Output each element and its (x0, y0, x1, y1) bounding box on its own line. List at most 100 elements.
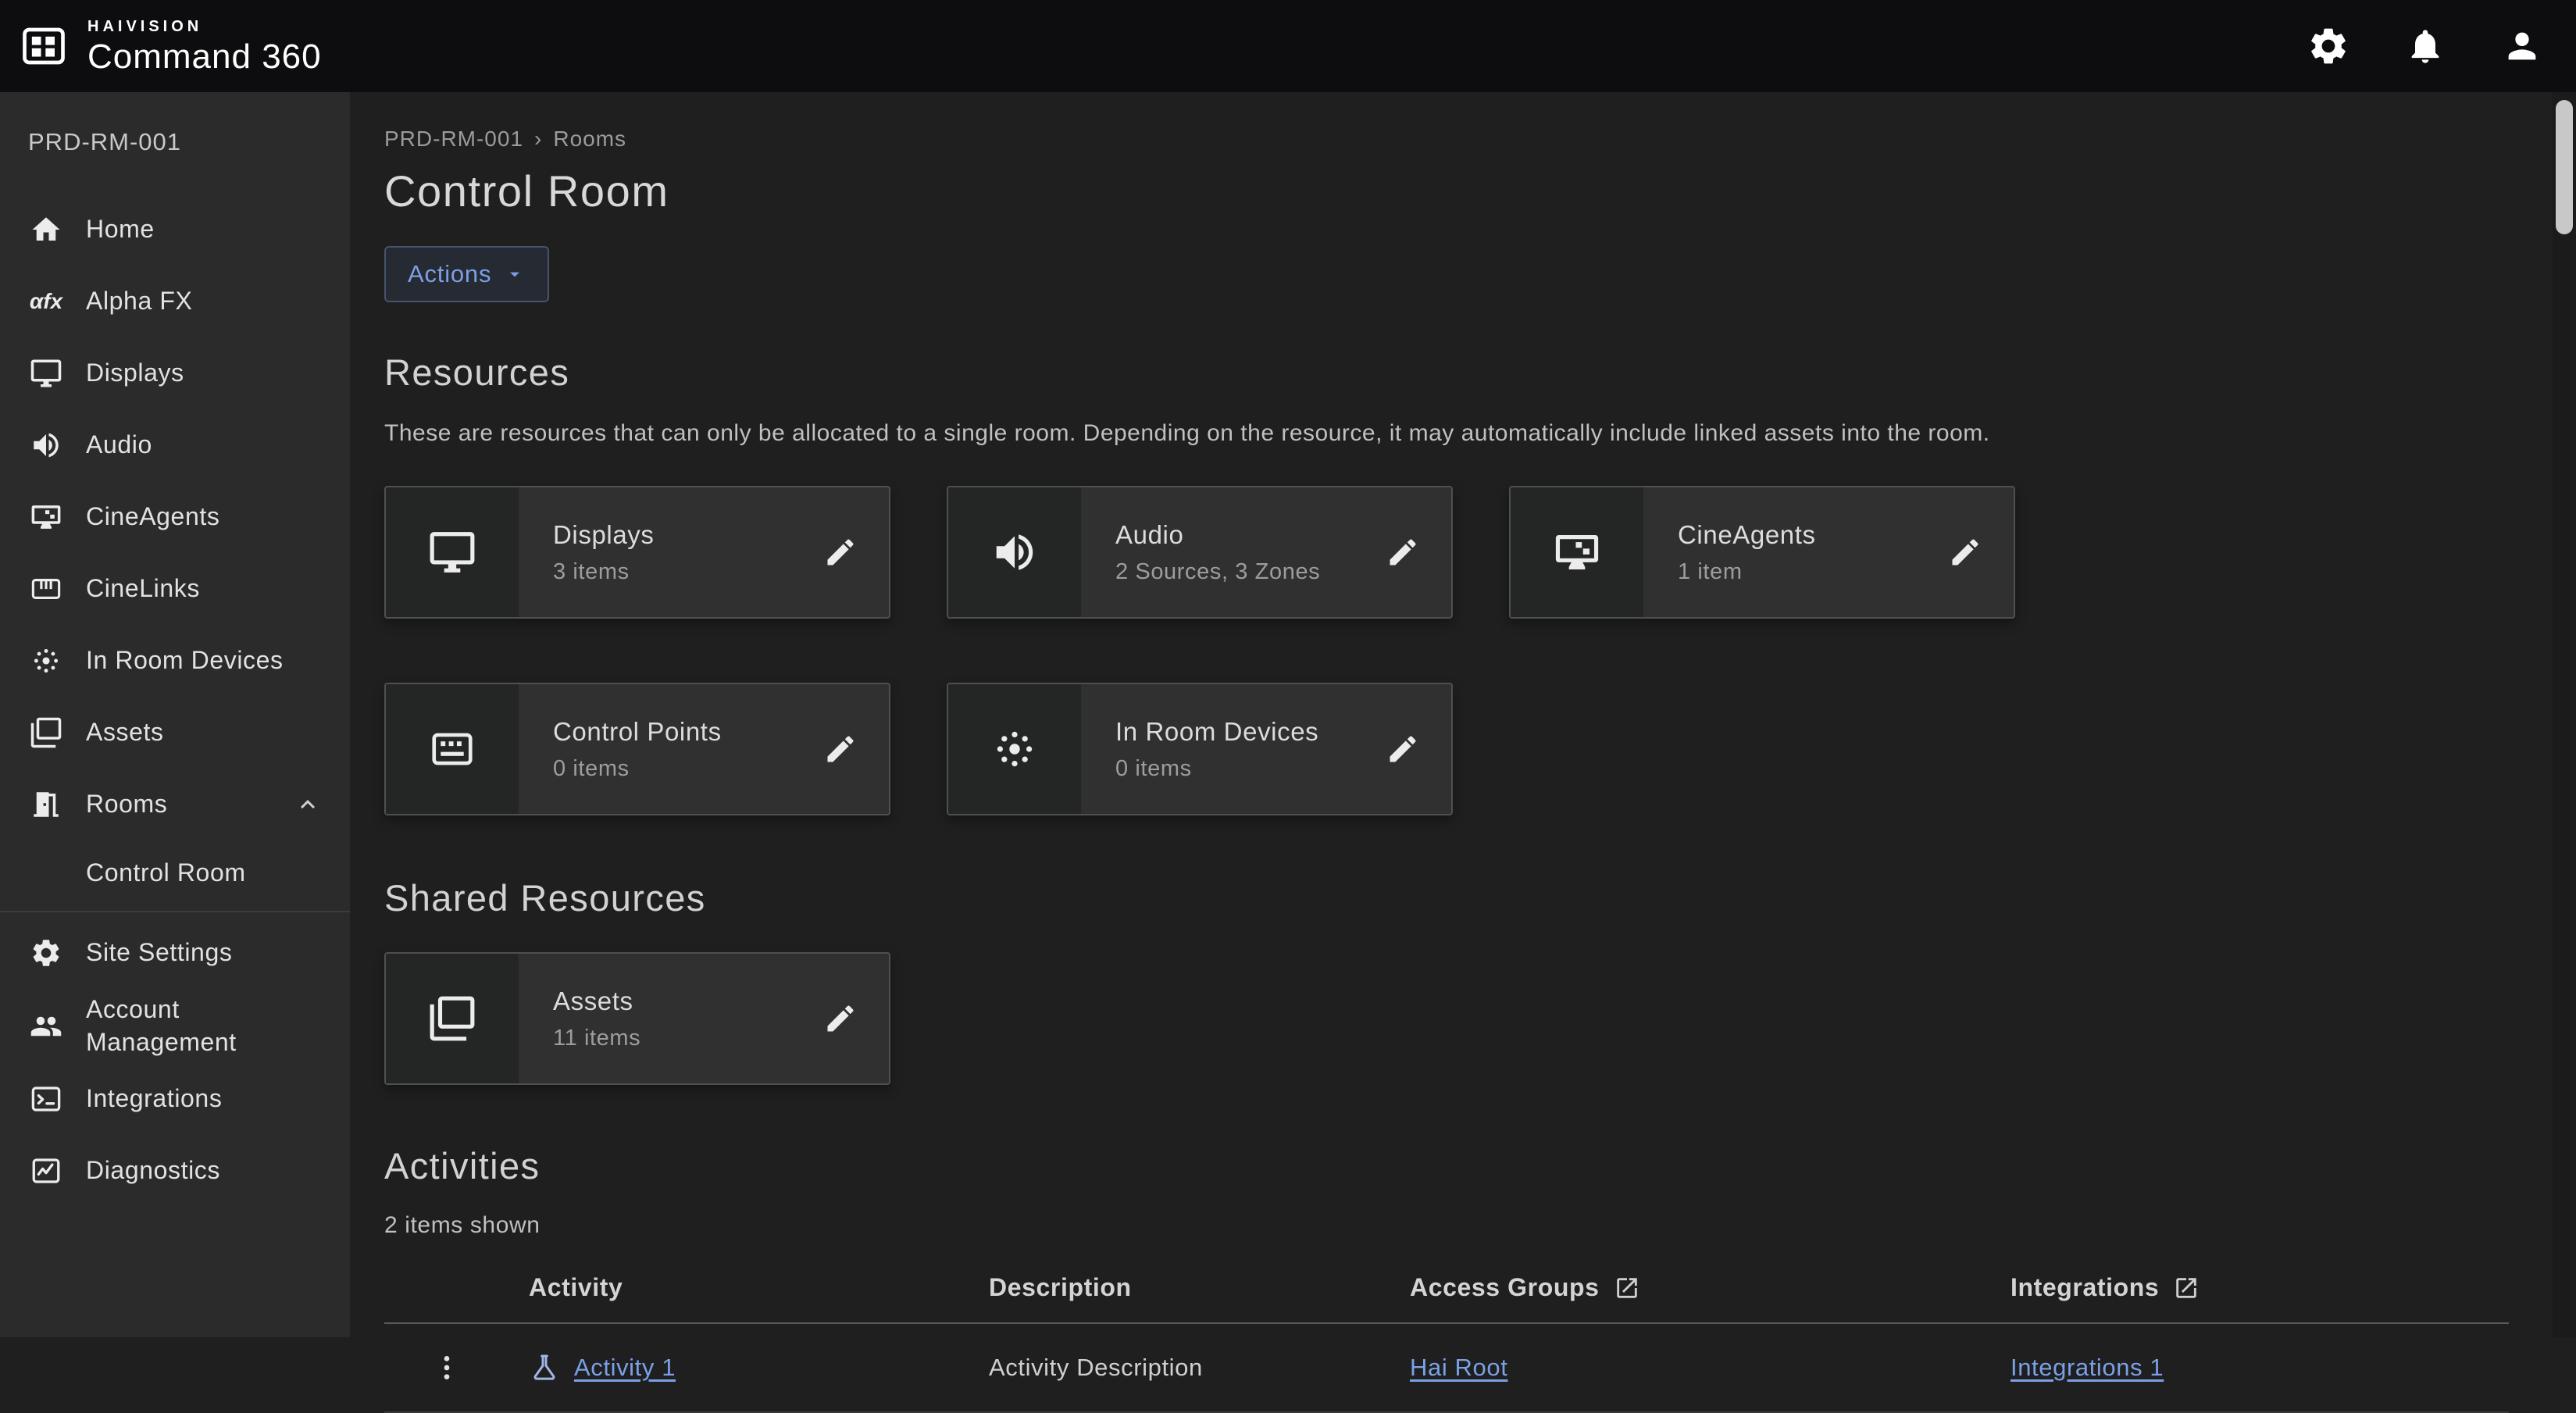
sidebar-item-label: Home (86, 213, 155, 246)
edit-icon[interactable] (1940, 527, 1990, 577)
topbar: HAIVISION Command 360 (0, 0, 2576, 92)
activity-flask-icon (529, 1352, 560, 1383)
sidebar-item-alpha-fx[interactable]: αfx Alpha FX (0, 266, 350, 337)
sidebar-item-label: Assets (86, 716, 164, 749)
actions-button-label: Actions (408, 260, 491, 288)
resources-heading: Resources (384, 351, 2553, 394)
activities-heading: Activities (384, 1144, 2553, 1187)
sidebar-item-label: Account Management (86, 994, 287, 1058)
shared-card-assets: Assets 11 items (384, 952, 890, 1085)
sidebar-item-cineagents[interactable]: CineAgents (0, 481, 350, 553)
control-points-icon (386, 684, 519, 814)
user-icon[interactable] (2496, 20, 2548, 72)
shared-resources-card-grid: Assets 11 items (384, 952, 2553, 1085)
activity-description: Activity Description (989, 1354, 1410, 1382)
breadcrumb-section[interactable]: Rooms (553, 127, 626, 152)
sidebar-item-label: In Room Devices (86, 644, 284, 677)
breadcrumb-separator: › (534, 127, 542, 152)
assets-icon (28, 716, 64, 749)
sidebar-item-cinelinks[interactable]: CineLinks (0, 553, 350, 625)
resource-card-control-points: Control Points 0 items (384, 683, 890, 815)
sidebar-item-rooms[interactable]: Rooms (0, 769, 350, 840)
table-row: Activity 1 Activity Description Hai Root… (384, 1324, 2509, 1413)
breadcrumb: PRD-RM-001 › Rooms (384, 127, 2553, 152)
sidebar-item-audio[interactable]: Audio (0, 409, 350, 481)
activities-table-header: Activity Description Access Groups Integ… (384, 1273, 2509, 1324)
card-title: Control Points (553, 717, 722, 747)
actions-button[interactable]: Actions (384, 246, 549, 302)
main-content: PRD-RM-001 › Rooms Control Room Actions … (350, 92, 2553, 1337)
integration-link[interactable]: Integrations 1 (2010, 1354, 2164, 1382)
sidebar-item-label: Alpha FX (86, 285, 192, 318)
terminal-icon (28, 1083, 64, 1115)
external-link-icon[interactable] (1614, 1275, 1640, 1301)
sidebar-item-integrations[interactable]: Integrations (0, 1063, 350, 1135)
edit-icon[interactable] (815, 724, 865, 774)
edit-icon[interactable] (815, 994, 865, 1044)
display-icon (28, 357, 64, 390)
scrollbar-track[interactable] (2553, 92, 2576, 1337)
page-title: Control Room (384, 166, 2553, 216)
card-subtitle: 0 items (553, 756, 722, 782)
home-icon (28, 213, 64, 246)
card-subtitle: 2 Sources, 3 Zones (1115, 559, 1320, 585)
edit-icon[interactable] (1378, 527, 1428, 577)
sidebar-item-label: Audio (86, 429, 152, 462)
rooms-icon (28, 788, 64, 821)
sidebar-item-in-room-devices[interactable]: In Room Devices (0, 625, 350, 697)
card-subtitle: 11 items (553, 1026, 640, 1051)
sidebar-item-assets[interactable]: Assets (0, 697, 350, 769)
cineagents-icon (1511, 487, 1643, 617)
scrollbar-thumb[interactable] (2556, 100, 2573, 234)
diagnostics-icon (28, 1154, 64, 1187)
card-title: Audio (1115, 520, 1320, 550)
breadcrumb-room[interactable]: PRD-RM-001 (384, 127, 523, 152)
row-menu-kebab-icon[interactable] (430, 1347, 464, 1388)
shared-resources-heading: Shared Resources (384, 876, 2553, 919)
card-title: Assets (553, 987, 640, 1016)
display-icon (386, 487, 519, 617)
audio-icon (948, 487, 1081, 617)
edit-icon[interactable] (1378, 724, 1428, 774)
alpha-fx-icon: αfx (28, 289, 64, 314)
sidebar: PRD-RM-001 Home αfx Alpha FX Displays Au… (0, 92, 350, 1337)
card-title: In Room Devices (1115, 717, 1318, 747)
card-subtitle: 0 items (1115, 756, 1318, 782)
sidebar-item-label: Integrations (86, 1083, 222, 1115)
product-name: Command 360 (87, 40, 322, 74)
brand-name: HAIVISION (87, 19, 322, 34)
external-link-icon[interactable] (2173, 1275, 2200, 1301)
gear-icon (28, 937, 64, 969)
sidebar-item-site-settings[interactable]: Site Settings (0, 917, 350, 989)
sidebar-divider (0, 911, 350, 912)
in-room-devices-icon (28, 644, 64, 677)
sidebar-item-account-management[interactable]: Account Management (0, 989, 350, 1063)
settings-icon[interactable] (2303, 20, 2354, 72)
resource-card-displays: Displays 3 items (384, 486, 890, 619)
activities-table: Activity Description Access Groups Integ… (384, 1273, 2509, 1413)
chevron-up-icon[interactable] (294, 790, 322, 819)
sidebar-item-diagnostics[interactable]: Diagnostics (0, 1135, 350, 1207)
haivision-logo-icon (19, 24, 69, 68)
card-subtitle: 3 items (553, 559, 655, 585)
access-group-link[interactable]: Hai Root (1410, 1354, 1507, 1382)
audio-icon (28, 429, 64, 462)
card-title: Displays (553, 520, 655, 550)
sidebar-item-label: Diagnostics (86, 1154, 220, 1187)
edit-icon[interactable] (815, 527, 865, 577)
notifications-icon[interactable] (2399, 20, 2451, 72)
cinelinks-icon (28, 573, 64, 605)
caret-down-icon (504, 263, 526, 285)
resources-card-grid: Displays 3 items Audio 2 Sources, 3 Zone… (384, 486, 2553, 815)
people-icon (28, 1010, 64, 1043)
sidebar-item-displays[interactable]: Displays (0, 337, 350, 409)
activity-link[interactable]: Activity 1 (574, 1354, 676, 1382)
sidebar-item-home[interactable]: Home (0, 194, 350, 266)
resource-card-cineagents: CineAgents 1 item (1509, 486, 2015, 619)
sidebar-item-control-room[interactable]: Control Room (0, 840, 350, 906)
header-cell-access-groups: Access Groups (1410, 1273, 2010, 1302)
sidebar-item-label: CineAgents (86, 501, 219, 533)
sidebar-item-label: Site Settings (86, 937, 232, 969)
resource-card-in-room-devices: In Room Devices 0 items (947, 683, 1453, 815)
haivision-brand: HAIVISION Command 360 (19, 19, 322, 74)
